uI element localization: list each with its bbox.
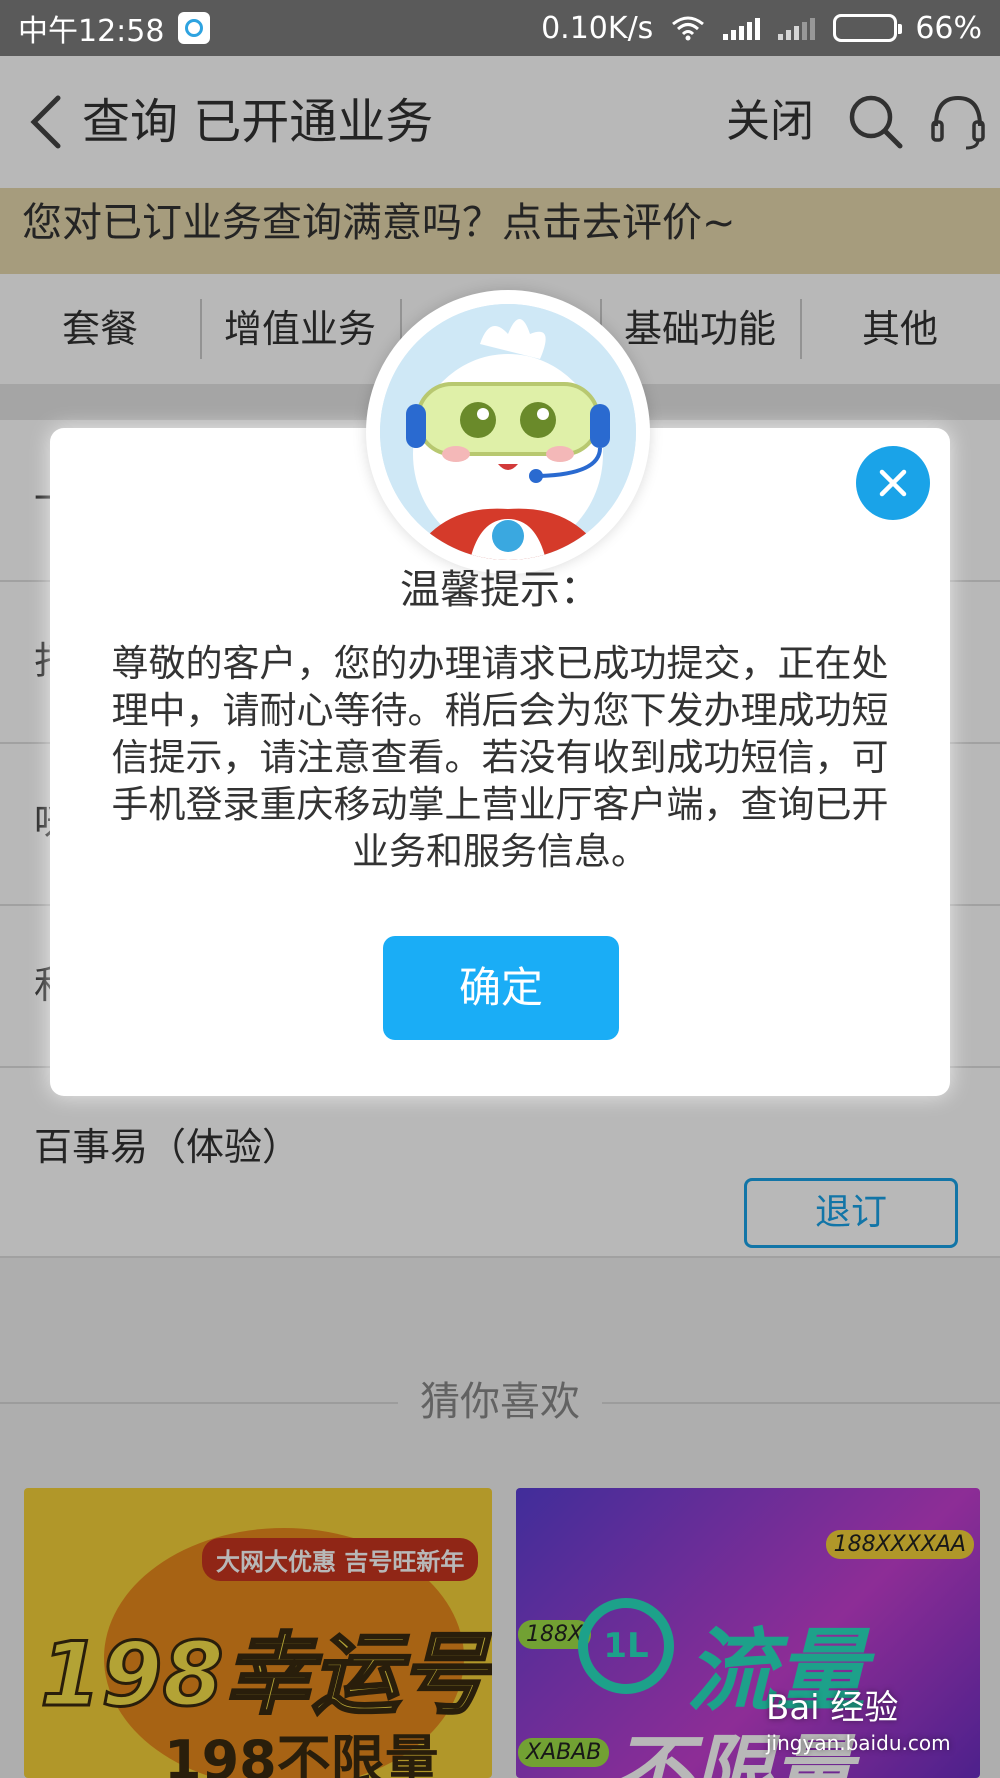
signal-strength-icon-2 [778,16,816,40]
watermark-text: Bai 经验 [766,1688,899,1728]
close-icon [879,469,907,497]
dialog-title: 温馨提示： [400,567,600,613]
net-speed: 0.10K/s [541,10,654,46]
baidu-jingyan-watermark: Bai 经验 jingyan.baidu.com [766,1680,951,1755]
dialog-message: 尊敬的客户，您的办理请求已成功提交，正在处理中，请耐心等待。稍后会为您下发办理成… [111,642,889,873]
dialog-close-button[interactable] [856,446,930,520]
signal-strength-icon [723,16,761,40]
mascot-icon [380,304,636,560]
china-mobile-app-icon [178,12,211,44]
battery-percent: 66% [915,10,982,46]
status-bar: 中午12:58 0.10K/s 66% [0,0,1000,56]
status-time: 中午12:58 [18,14,165,49]
mascot-avatar [366,290,650,574]
wifi-icon [672,16,705,41]
battery-icon [833,14,903,42]
watermark-url: jingyan.baidu.com [766,1731,951,1755]
confirm-button[interactable]: 确定 [383,936,619,1040]
